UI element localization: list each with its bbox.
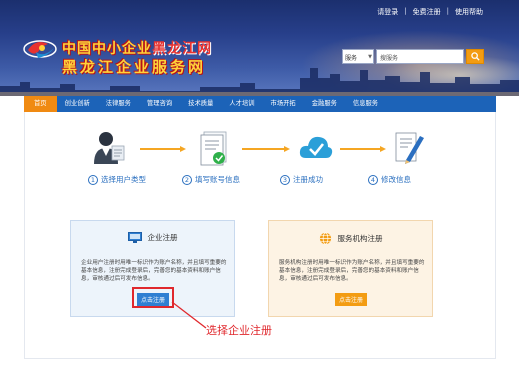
- search-bar: 服务 ▼ 搜服务: [342, 49, 484, 64]
- step-number: 4: [368, 174, 378, 185]
- divider: |: [446, 7, 449, 15]
- site-title-part-b: 黑龙江网: [152, 41, 212, 57]
- step-text: 填写账号信息: [195, 175, 240, 184]
- card-description: 服务机构注册时用唯一标识作为账户名称，并且填写重要的基本信息，注册完成登录后，完…: [279, 260, 425, 282]
- annotation-text: 选择企业注册: [206, 324, 272, 337]
- step-number: 2: [182, 174, 192, 185]
- monitor-icon: [127, 232, 142, 243]
- nav-item-tech-quality[interactable]: 技术质量: [180, 96, 221, 112]
- step-number: 3: [280, 174, 290, 185]
- arrow-right-icon: [340, 146, 386, 152]
- arrow-right-icon: [242, 146, 290, 152]
- step-3-label: 3 注册成功: [280, 174, 323, 185]
- annotation-pointer: [171, 301, 207, 329]
- nav-item-consulting[interactable]: 管理咨询: [139, 96, 180, 112]
- globe-icon: [319, 232, 331, 245]
- highlight-box: [132, 287, 174, 308]
- top-links: 请登录 | 免费注册 | 使用帮助: [377, 7, 483, 17]
- card-description: 企业用户注册时用唯一标识作为账户名称，并且填写重要的基本信息，注册完成登录后，完…: [81, 260, 227, 282]
- register-link[interactable]: 免费注册: [413, 7, 441, 17]
- site-title-line2: 黑龙江企业服务网: [62, 58, 207, 76]
- card-title: 服务机构注册: [337, 234, 383, 243]
- card-header: 企业注册: [71, 232, 234, 243]
- nav-item-market[interactable]: 市场开拓: [263, 96, 304, 112]
- site-title-part-a: 中国中小企业: [62, 41, 152, 57]
- card-header: 服务机构注册: [269, 232, 432, 245]
- nav-item-info[interactable]: 信息服务: [345, 96, 386, 112]
- main-nav: 首页 创业创新 法律服务 管理咨询 技术质量 人才培训 市场开拓 金融服务 信息…: [24, 96, 496, 112]
- chevron-down-icon: ▼: [368, 54, 372, 60]
- arrow-right-icon: [140, 146, 186, 152]
- service-register-button[interactable]: 点击注册: [335, 293, 367, 306]
- search-input[interactable]: 搜服务: [376, 49, 464, 64]
- step-number: 1: [88, 174, 98, 185]
- nav-item-legal[interactable]: 法律服务: [98, 96, 139, 112]
- step-text: 选择用户类型: [101, 175, 146, 184]
- edit-document-icon: [395, 132, 424, 164]
- nav-item-training[interactable]: 人才培训: [221, 96, 262, 112]
- search-icon: [470, 52, 480, 61]
- step-text: 修改信息: [381, 175, 411, 184]
- step-2-label: 2 填写账号信息: [182, 174, 240, 185]
- divider: |: [404, 7, 407, 15]
- site-title-line1: 中国中小企业黑龙江网: [62, 38, 212, 58]
- nav-item-home[interactable]: 首页: [24, 96, 57, 112]
- registration-steps: 1 选择用户类型 2 填写账号信息 3 注册成功 4 修改信息: [82, 130, 442, 190]
- search-button[interactable]: [466, 49, 484, 64]
- service-register-card: 服务机构注册 服务机构注册时用唯一标识作为账户名称，并且填写重要的基本信息，注册…: [268, 220, 433, 317]
- site-logo-icon[interactable]: [22, 36, 58, 62]
- card-title: 企业注册: [147, 233, 178, 242]
- step-4-label: 4 修改信息: [368, 174, 411, 185]
- search-scope-select[interactable]: 服务 ▼: [342, 49, 374, 64]
- step-1-label: 1 选择用户类型: [88, 174, 146, 185]
- search-scope-value: 服务: [345, 55, 358, 62]
- step-text: 注册成功: [293, 175, 323, 184]
- user-icon: [94, 132, 125, 164]
- login-link[interactable]: 请登录: [377, 7, 398, 17]
- nav-item-finance[interactable]: 金融服务: [304, 96, 345, 112]
- cloud-check-icon: [299, 136, 333, 158]
- document-form-icon: [200, 131, 227, 166]
- nav-item-startup[interactable]: 创业创新: [57, 96, 98, 112]
- help-link[interactable]: 使用帮助: [455, 7, 483, 17]
- header-banner: 请登录 | 免费注册 | 使用帮助 中国中小企业黑龙江网 黑龙江企业服务网 服务…: [0, 0, 519, 96]
